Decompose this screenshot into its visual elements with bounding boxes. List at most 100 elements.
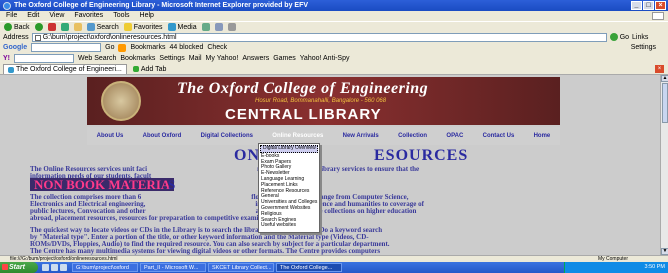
web-search-button[interactable]: Web Search	[78, 55, 116, 62]
status-bar: file:///G:/bum/project/oxford/onlinereso…	[0, 255, 668, 262]
window-title: The Oxford College of Engineering Librar…	[14, 2, 309, 9]
vertical-scrollbar[interactable]: ▲ ▼	[660, 75, 668, 255]
nav-online-resources[interactable]: Online Resources	[272, 133, 323, 139]
yahoo-bookmarks[interactable]: Bookmarks	[120, 55, 155, 62]
quick-launch	[38, 264, 71, 271]
nav-contact-us[interactable]: Contact Us	[483, 133, 515, 139]
page-icon	[34, 34, 41, 41]
back-button[interactable]: Back	[4, 23, 30, 31]
standard-toolbar: Back Search Favorites Media	[0, 21, 668, 32]
google-logo: Google	[3, 44, 28, 51]
menu-edit[interactable]: Edit	[27, 11, 39, 21]
start-button[interactable]: Start	[0, 262, 38, 273]
go-button[interactable]: Go	[609, 33, 629, 41]
yahoo-games[interactable]: Games	[273, 55, 296, 62]
address-bar: Address G:\bum\project\oxford\onlinereso…	[0, 32, 668, 42]
add-tab-button[interactable]: Add Tab	[128, 64, 171, 74]
menu-view[interactable]: View	[49, 11, 64, 21]
search-para-line-4: The Centre has many multimedia systems f…	[30, 247, 381, 255]
spell-check-button[interactable]: Check	[207, 44, 227, 51]
refresh-button[interactable]	[60, 23, 69, 31]
nonbook-heading: NON BOOK MATERIA	[30, 178, 175, 191]
yahoo-toolbar: Y! Web Search Bookmarks Settings Mail My…	[0, 53, 668, 64]
address-label: Address	[3, 33, 29, 41]
address-input[interactable]: G:\bum\project\oxford\onlineresources.ht…	[31, 32, 607, 42]
yahoo-answers[interactable]: Answers	[242, 55, 269, 62]
ie-icon	[3, 2, 11, 10]
print-button[interactable]	[227, 23, 236, 31]
mail-button[interactable]	[214, 23, 223, 31]
home-button[interactable]	[73, 23, 82, 31]
nav-digital-collections[interactable]: Digital Collections	[201, 133, 253, 139]
yahoo-mail[interactable]: Mail	[189, 55, 202, 62]
tab-bar: The Oxford College of Engineeri... Add T…	[0, 64, 668, 75]
search-icon	[86, 23, 95, 31]
maximize-button[interactable]: □	[643, 1, 654, 10]
menu-tools[interactable]: Tools	[113, 11, 129, 21]
minimize-button[interactable]: _	[631, 1, 642, 10]
page-icon	[8, 66, 14, 73]
title-bar: The Oxford College of Engineering Librar…	[0, 0, 668, 11]
clock[interactable]: 3:50 PM	[645, 264, 665, 270]
nav-new-arrivals[interactable]: New Arrivals	[343, 133, 379, 139]
nav-collection[interactable]: Collection	[398, 133, 427, 139]
nav-about-oxford[interactable]: About Oxford	[143, 133, 182, 139]
menu-help[interactable]: Help	[140, 11, 154, 21]
google-go-button[interactable]: Go	[105, 44, 114, 51]
google-settings[interactable]: Settings	[631, 44, 656, 51]
menu-bar: File Edit View Favorites Tools Help	[0, 11, 668, 21]
google-search-input[interactable]	[31, 43, 102, 52]
stop-button[interactable]	[47, 23, 56, 31]
header-title: The Oxford College of Engineering	[177, 80, 429, 97]
header-address: Hosur Road, Bommanahalli, Bangalore - 56…	[255, 98, 387, 104]
pagerank-icon	[118, 43, 127, 52]
page-heading-right: ESOURCES	[374, 147, 469, 164]
tab-current[interactable]: The Oxford College of Engineeri...	[3, 64, 127, 74]
scroll-down-icon[interactable]: ▼	[661, 248, 668, 255]
window-controls: _ □ ×	[631, 1, 666, 10]
nav-opac[interactable]: OPAC	[446, 133, 463, 139]
taskbar: Start G:\bum\project\oxford Part_II - Mi…	[0, 262, 668, 273]
nav-home[interactable]: Home	[534, 133, 551, 139]
nonbook-heading-right: S	[168, 177, 176, 192]
yahoo-logo-icon: Y!	[3, 55, 10, 62]
links-label[interactable]: Links	[632, 34, 648, 41]
desktop-quicklaunch-icon[interactable]	[51, 264, 58, 271]
ie-quicklaunch-icon[interactable]	[42, 264, 49, 271]
yahoo-anti-spy[interactable]: Yahoo! Anti-Spy	[300, 55, 350, 62]
nav-about-us[interactable]: About Us	[97, 133, 124, 139]
star-icon	[123, 23, 132, 31]
menu-file[interactable]: File	[6, 11, 17, 21]
task-explorer-folder[interactable]: G:\bum\project\oxford	[72, 263, 138, 272]
media-icon	[167, 23, 176, 31]
forward-button[interactable]	[34, 23, 43, 31]
yahoo-settings[interactable]: Settings	[159, 55, 184, 62]
google-bookmarks[interactable]: Bookmarks	[130, 44, 165, 51]
site-header: The Oxford College of Engineering Hosur …	[87, 77, 560, 125]
scroll-thumb[interactable]	[662, 83, 668, 123]
dropdown-item[interactable]: Useful websites	[259, 223, 319, 229]
popup-blocked[interactable]: 44 blocked	[169, 44, 203, 51]
close-button[interactable]: ×	[655, 1, 666, 10]
dropdown-item[interactable]: Digital Library Overview	[260, 145, 318, 153]
back-arrow-icon	[4, 23, 12, 31]
page-heading: ON ESOURCES	[234, 147, 467, 165]
go-arrow-icon	[609, 33, 618, 41]
menu-favorites[interactable]: Favorites	[74, 11, 103, 21]
media-button[interactable]: Media	[167, 23, 197, 31]
history-button[interactable]	[201, 23, 210, 31]
yahoo-search-input[interactable]	[14, 54, 74, 63]
scroll-up-icon[interactable]: ▲	[661, 75, 668, 82]
task-skcet[interactable]: SKCET Library Collect...	[208, 263, 274, 272]
header-library: CENTRAL LIBRARY	[225, 106, 382, 123]
search-button[interactable]: Search	[86, 23, 119, 31]
plus-icon	[132, 66, 139, 72]
task-oxford[interactable]: The Oxford College...	[276, 263, 342, 272]
media-quicklaunch-icon[interactable]	[60, 264, 67, 271]
my-yahoo[interactable]: My Yahoo!	[206, 55, 239, 62]
task-word[interactable]: Part_II - Microsoft W...	[140, 263, 206, 272]
favorites-button[interactable]: Favorites	[123, 23, 163, 31]
google-toolbar: Google Go Bookmarks 44 blocked Check Set…	[0, 42, 668, 53]
online-resources-dropdown: Digital Library Overview E-books Exam Pa…	[258, 143, 320, 233]
close-tab-icon[interactable]: ×	[655, 65, 664, 73]
